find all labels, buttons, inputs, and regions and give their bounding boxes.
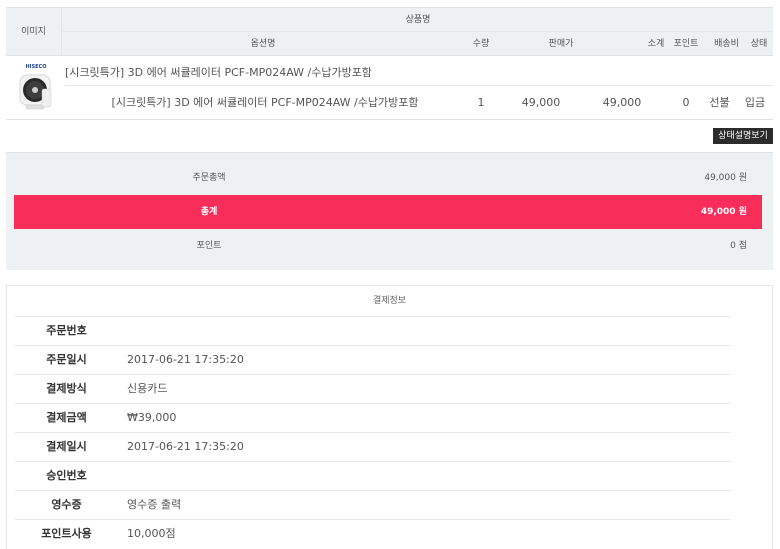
- payment-value: 2017-06-21 17:35:20: [127, 353, 244, 366]
- payment-row-receipt: 영수증 영수증 출력: [15, 490, 731, 519]
- payment-label: 결제금액: [46, 411, 87, 424]
- payment-label: 결제방식: [46, 382, 87, 395]
- circulator-fan-image: HISECO: [19, 64, 52, 110]
- point-label: 포인트: [196, 241, 222, 251]
- header-columns: 옵션명 수량 판매가 소계 포인트 배송비 상태: [63, 32, 773, 56]
- status-value: 입금: [744, 96, 766, 109]
- payment-value: 10,000점: [127, 527, 176, 540]
- header-shipping: 배송비: [714, 39, 739, 49]
- option-name: [시크릿특가] 3D 에어 써큘레이터 PCF-MP024AW /수납가방포함: [111, 96, 419, 109]
- header-price: 판매가: [548, 39, 574, 49]
- payment-row-amount: 결제금액 ₩39,000: [15, 403, 731, 432]
- payment-row-paid-date: 결제일시 2017-06-21 17:35:20: [15, 432, 731, 461]
- order-totals: 주문총액 49,000 원 총계 49,000 원 포인트 0 점: [6, 152, 773, 270]
- order-amount-row: 주문총액 49,000 원: [14, 162, 762, 194]
- header-product: 상품명: [63, 8, 773, 32]
- payment-value: ₩39,000: [127, 411, 177, 424]
- product-thumbnail[interactable]: HISECO: [16, 61, 56, 113]
- header-image: 이미지: [6, 8, 62, 56]
- table-header: 이미지 상품명 옵션명 수량 판매가 소계 포인트 배송비 상태: [6, 7, 773, 56]
- status-description-button[interactable]: 상태설명보기: [713, 128, 773, 144]
- brand-logo: HISECO: [26, 64, 47, 70]
- order-items-table: 이미지 상품명 옵션명 수량 판매가 소계 포인트 배송비 상태 HISECO …: [6, 7, 773, 120]
- payment-label: 주문번호: [46, 324, 87, 337]
- price-value: 49,000: [521, 96, 561, 109]
- option-row: [시크릿특가] 3D 에어 써큘레이터 PCF-MP024AW /수납가방포함 …: [65, 87, 773, 119]
- payment-label: 포인트사용: [41, 527, 92, 540]
- grand-total-value: 49,000 원: [700, 207, 747, 217]
- point-row: 포인트 0 점: [14, 230, 762, 262]
- payment-label: 결제일시: [46, 440, 87, 453]
- grand-total-row: 총계 49,000 원: [14, 195, 762, 229]
- subtotal-value: 49,000: [602, 96, 642, 109]
- payment-label: 승인번호: [46, 469, 87, 482]
- payment-value: 2017-06-21 17:35:20: [127, 440, 244, 453]
- order-amount-value: 49,000 원: [704, 173, 747, 183]
- table-row: HISECO [시크릿특가] 3D 에어 써큘레이터 PCF-MP024AW /…: [6, 56, 773, 120]
- header-status: 상태: [750, 39, 768, 49]
- payment-label: 영수증: [51, 498, 82, 511]
- order-amount-label: 주문총액: [192, 173, 226, 183]
- receipt-print-link[interactable]: 영수증 출력: [127, 491, 181, 519]
- grand-total-label: 총계: [200, 207, 218, 217]
- header-option: 옵션명: [250, 39, 276, 49]
- header-qty: 수량: [472, 39, 490, 49]
- payment-value: 신용카드: [127, 382, 168, 395]
- payment-row-order-number: 주문번호: [15, 316, 731, 345]
- payment-label: 주문일시: [46, 353, 87, 366]
- product-title[interactable]: [시크릿특가] 3D 에어 써큘레이터 PCF-MP024AW /수납가방포함: [65, 60, 773, 86]
- payment-info: 결제정보 주문번호 주문일시 2017-06-21 17:35:20 결제방식 …: [6, 285, 773, 549]
- payment-info-title: 결제정보: [372, 296, 407, 306]
- payment-row-approval-number: 승인번호: [15, 461, 731, 490]
- payment-row-point-usage: 포인트사용 10,000점: [15, 519, 731, 548]
- payment-row-method: 결제방식 신용카드: [15, 374, 731, 403]
- payment-row-order-date: 주문일시 2017-06-21 17:35:20: [15, 345, 731, 374]
- point-total-value: 0 점: [730, 241, 747, 251]
- shipping-value: 선불: [709, 96, 730, 109]
